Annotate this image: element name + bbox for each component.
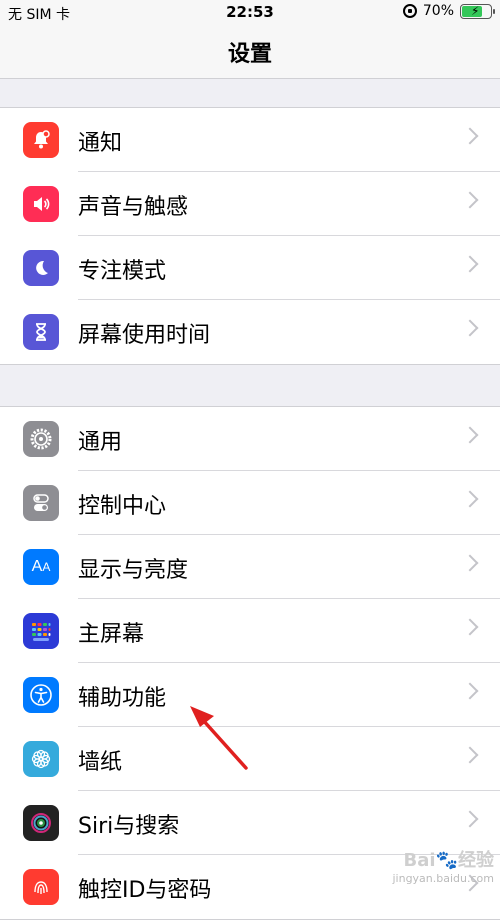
watermark-url: jingyan.baidu.com xyxy=(392,872,494,885)
watermark: Bai🐾经验 jingyan.baidu.com xyxy=(392,846,494,885)
watermark-logo: Bai🐾经验 xyxy=(403,850,494,871)
annotation-arrow xyxy=(190,706,248,770)
